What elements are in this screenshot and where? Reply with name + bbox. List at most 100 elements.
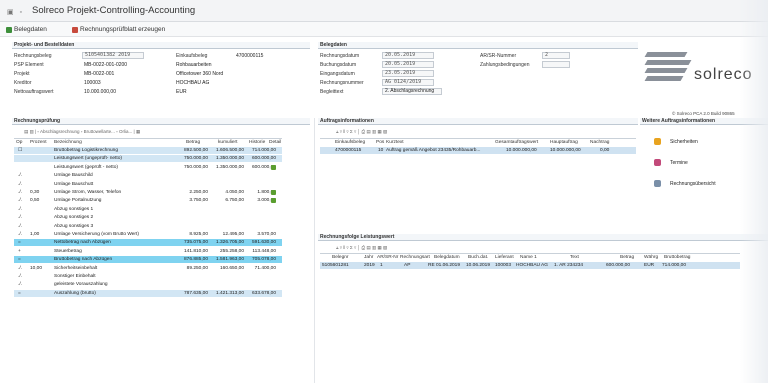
field-label: Nettoauftragswert [14,89,54,95]
table-row[interactable]: 5105601281 2019 1 AP RE 01.06.2019 10.06… [320,262,740,269]
cell-op: = [18,240,21,246]
cell-kum: 1.326.705,00 [215,240,244,246]
belegdaten-field[interactable]: AG 0124/2019 [382,79,434,86]
table-row[interactable]: = Nettobetrag nach Abzügen 735.075,00 1.326… [14,239,282,247]
col-kumuliert[interactable]: kumuliert [218,140,237,145]
table-row[interactable]: ./. 0,50 Umlage Portalnutzung 3.750,00 6.750… [14,197,282,204]
belegdaten-button-label: Belegdaten [14,26,47,33]
col-einkaufsbeleg[interactable]: Einkaufsbeleg [335,140,365,145]
table-row[interactable]: ./. geleistete Vorauszahlung [14,281,282,288]
weitere-item-label: Rechnungsübersicht [670,180,716,187]
table-row[interactable]: ./. 0,30 Umlage Strom, Wasser, Telefon 2.25… [14,189,282,196]
belegdaten-field[interactable]: 20.05.2019 [382,61,434,68]
window-titlebar: ▣ ▫ Solreco Projekt-Controlling-Accounti… [0,0,768,22]
cell-bez: Steuerbetrag [54,248,82,254]
col-lieferant[interactable]: Lieferant [495,255,514,260]
cell-betrag: 787.635,00 [183,290,208,296]
col-pos[interactable]: Pos [376,140,384,145]
belegdaten-right-field[interactable]: 2 [542,52,570,59]
table-row[interactable]: 4700000115 10 Auftrag gemäß Angebot 2343… [320,147,636,154]
table-row[interactable]: = Auszahlung (brutto) 787.635,00 1.421.313,… [14,289,282,297]
field-label: Eingangsdatum [320,71,355,77]
rechnungsbeleg-field[interactable]: 5105401382 2019 [82,52,144,59]
col-belegdatum[interactable]: Belegdatum [434,255,460,260]
table-row[interactable]: ./. Abzug sonstiges 3 [14,223,282,230]
belegdaten-right-field[interactable] [542,61,570,68]
table-row[interactable]: ./. Umlage Bauschutt [14,181,282,188]
cell-op: ./. [18,190,22,195]
table-row[interactable]: ./. 1,00 Umlage Versicherung (vom Brutto W… [14,231,282,238]
table-row[interactable]: Leistungswert (geprüft - netto) 750.000,0… [14,164,282,171]
rechnungspruefung-toolbar[interactable]: ▤ ▥ | ▫ Abschlagsrechnung ▫ Bruttowellar… [24,128,140,136]
rechnungsfolge-toolbar[interactable]: ⫨ ▿ ‖ ▿ Σ ▿ │ ⎙ ▤ ▥ ▦ ▧ [336,244,387,252]
col-waehrung[interactable]: Währg [644,255,658,260]
main-toolbar: Belegdaten Rechnungsprüfblatt erzeugen [0,22,768,37]
cell-bez: Abzug sonstiges 3 [54,223,94,229]
cell-op: ./. [18,265,22,271]
col-arsr[interactable]: AR/SR-Nr [377,255,398,260]
build-info: © Solreco PCA 2.0 Build 90865 [672,111,735,116]
table-row[interactable]: = Bruttobetrag nach Abzügen 876.885,00 1.58… [14,256,282,264]
cell-prozent: 10,00 [30,265,43,271]
cell-hist: 705.078,00 [251,257,276,263]
document-green-icon [6,26,12,33]
coins-icon [654,138,661,145]
table-row[interactable]: Leistungswert (ungeprüft- netto) 750.000,… [14,155,282,163]
belegdaten-button[interactable]: Belegdaten [6,26,47,33]
col-rechnungsart[interactable]: Rechnungsart [400,255,430,260]
pdf-icon [72,26,78,33]
belegdaten-field[interactable]: 23.05.2019 [382,70,434,77]
belegdaten-field[interactable]: 2. Abschlagsrechnung [382,88,442,95]
table-row[interactable]: ./. Abzug sonstiges 2 [14,214,282,221]
cell-betrag: 750.000,00 [183,164,208,170]
col-nachtrag[interactable]: Nachtrag [590,140,609,145]
rechnungspruefung-toolbar-items: ▤ ▥ | ▫ Abschlagsrechnung ▫ Bruttowellar… [24,129,141,134]
cell-hist: 113.448,00 [252,248,276,254]
col-jahr[interactable]: Jahr [364,255,373,260]
cell-betrag: 750.000,00 [183,156,208,162]
col-buchdat[interactable]: Buch.dat. [468,255,488,260]
col-name1[interactable]: Name 1 [520,255,537,260]
cell-op: = [18,257,21,263]
col-hauptauftrag[interactable]: Hauptauftrag [550,140,578,145]
col-bruttobetrag[interactable]: Bruttobetrag [664,255,690,260]
table-row[interactable]: ./. 10,00 Sicherheitseinbehalt 89.250,00 160… [14,265,282,272]
field-label: Rechnungsdatum [320,53,360,59]
detail-flag-icon[interactable] [271,198,276,204]
detail-flag-icon[interactable] [271,190,276,195]
col-text[interactable]: Text [570,255,579,260]
table-row[interactable]: ./. Abzug sonstiges 1 [14,206,282,213]
rechnungspruefung-table: Op Prozent Bezeichnung Betrag kumuliert … [14,138,282,298]
rechnungspruefblatt-button[interactable]: Rechnungsprüfblatt erzeugen [72,26,165,33]
table-row[interactable]: + Steuerbetrag 141.810,00 255.258,00 113.448… [14,248,282,255]
weitere-item-rechnungsübersicht[interactable]: Rechnungsübersicht [654,180,716,187]
field-value: Rohbauarbeiten [176,62,212,68]
table-row[interactable]: ☐ Bruttobetrag Logistikrechnung 892.500,00… [14,147,282,154]
table-row[interactable]: ./. Sonstiger Einbehalt [14,273,282,280]
document-icon [654,180,661,187]
detail-flag-icon[interactable] [271,164,276,170]
col-gesamtauftragswert[interactable]: Gesamtauftragswert [495,140,538,145]
cell-kum: 1.350.000,00 [215,164,244,170]
cell-bez: Sicherheitseinbehalt [54,265,98,271]
col-betrag[interactable]: Betrag [620,255,634,260]
belegdaten-field[interactable]: 20.05.2019 [382,52,434,59]
col-prozent[interactable]: Prozent [30,140,47,145]
col-historie[interactable]: Historie [249,140,265,145]
rechnungspruefblatt-button-label: Rechnungsprüfblatt erzeugen [80,26,166,33]
table-row[interactable]: ./. Umlage Bauschild [14,172,282,179]
field-label: Rechnungsnummer [320,80,364,86]
col-betrag[interactable]: Betrag [186,140,200,145]
auftragsinfo-toolbar[interactable]: ⫨ ▿ ‖ ▿ Σ ▿ │ ⎙ ▤ ▥ ▦ ▧ [336,128,387,136]
cell-betrag: 735.075,00 [183,240,208,246]
cell-op: ./. [18,198,22,204]
cell-op: ./. [18,173,22,179]
col-op[interactable]: Op [16,140,22,145]
col-kurztext[interactable]: Kurztext [386,140,404,145]
col-detail[interactable]: Detail [269,140,281,145]
cell-bez: Umlage Strom, Wasser, Telefon [54,190,122,195]
col-bezeichnung[interactable]: Bezeichnung [54,140,82,145]
weitere-item-sicherheiten[interactable]: Sicherheiten [654,138,698,145]
weitere-item-termine[interactable]: Termine [654,159,688,166]
col-belegnr[interactable]: Belegnr [332,255,349,260]
